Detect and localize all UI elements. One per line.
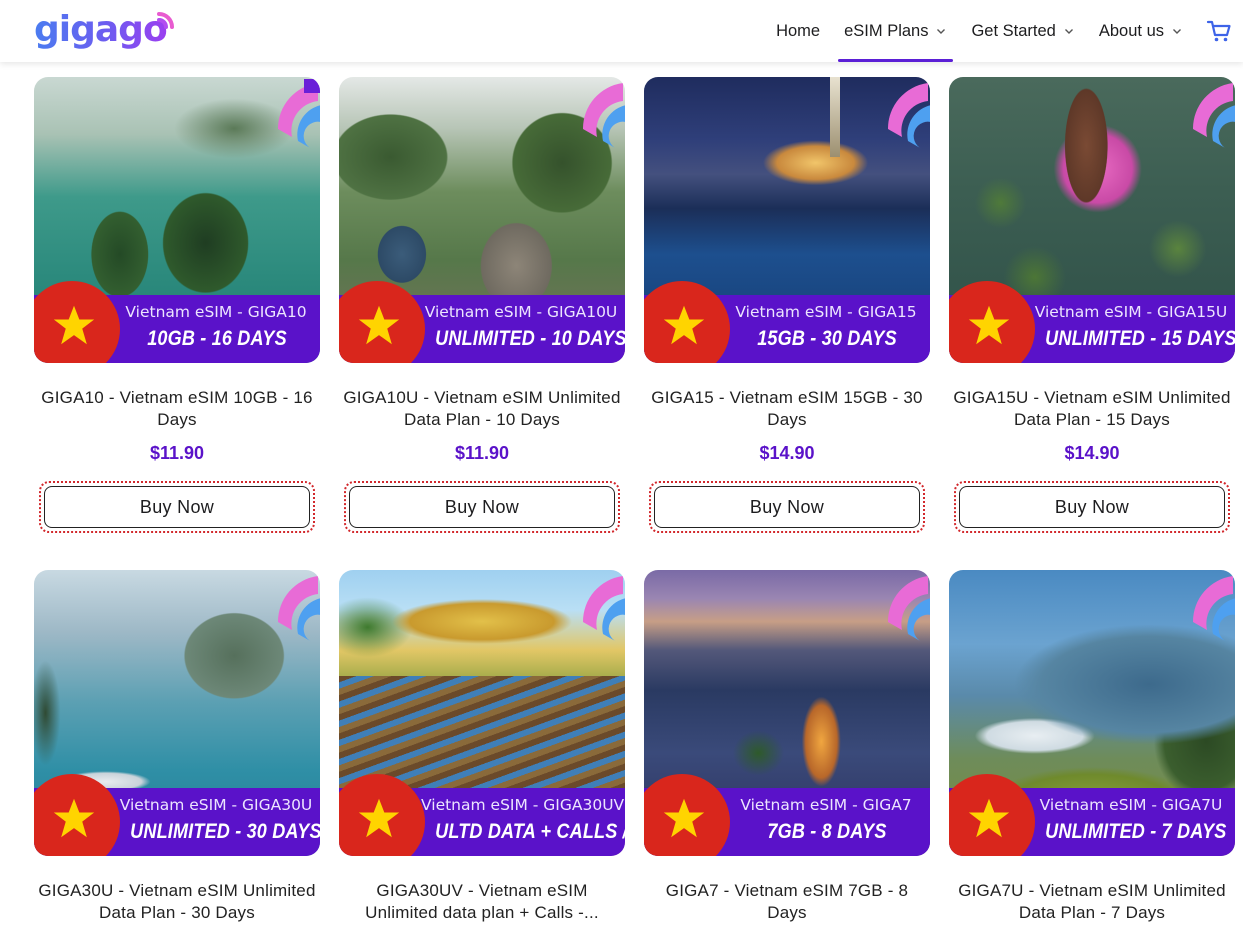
- star-icon: [52, 796, 96, 840]
- star-icon: [967, 796, 1011, 840]
- star-icon: [52, 303, 96, 347]
- product-title[interactable]: GIGA10 - Vietnam eSIM 10GB - 16 Days: [34, 387, 320, 431]
- product-card[interactable]: Vietnam eSIM - GIGA7 7GB - 8 DAYS GIGA7 …: [644, 570, 934, 924]
- product-title[interactable]: GIGA30U - Vietnam eSIM Unlimited Data Pl…: [34, 880, 320, 924]
- buy-now-focus-ring: Buy Now: [954, 481, 1230, 533]
- brand-corner-icon: [887, 576, 930, 642]
- banner-plan-summary: UNLIMITED - 7 DAYS: [1045, 820, 1227, 843]
- nav-about-us-label: About us: [1098, 21, 1164, 40]
- banner-plan-summary: 7GB - 8 DAYS: [767, 820, 887, 843]
- product-image[interactable]: Vietnam eSIM - GIGA15U UNLIMITED - 15 DA…: [949, 77, 1235, 363]
- buy-now-focus-ring: Buy Now: [649, 481, 925, 533]
- banner-plan-summary: ULTD DATA + CALLS / 30D: [435, 820, 625, 843]
- banner-plan-code: Vietnam eSIM - GIGA10U: [424, 303, 618, 321]
- product-card[interactable]: Vietnam eSIM - GIGA7U UNLIMITED - 7 DAYS…: [949, 570, 1239, 924]
- chevron-down-icon: [937, 29, 946, 34]
- product-price: $11.90: [454, 443, 510, 463]
- product-price: $14.90: [759, 443, 815, 463]
- banner-plan-summary: UNLIMITED - 10 DAYS: [435, 327, 625, 350]
- product-image[interactable]: Vietnam eSIM - GIGA10 10GB - 16 DAYS: [34, 77, 320, 363]
- product-price: $14.90: [1064, 443, 1120, 463]
- product-image[interactable]: Vietnam eSIM - GIGA30UV ULTD DATA + CALL…: [339, 570, 625, 856]
- banner-plan-code: Vietnam eSIM - GIGA7: [740, 796, 912, 814]
- nav-home[interactable]: Home: [764, 0, 832, 62]
- banner-plan-code: Vietnam eSIM - GIGA15U: [1034, 303, 1228, 321]
- cart-button[interactable]: [1195, 0, 1243, 62]
- product-image[interactable]: Vietnam eSIM - GIGA10U UNLIMITED - 10 DA…: [339, 77, 625, 363]
- product-title[interactable]: GIGA7U - Vietnam eSIM Unlimited Data Pla…: [949, 880, 1235, 924]
- product-price: $11.90: [149, 443, 205, 463]
- star-icon: [357, 796, 401, 840]
- product-title[interactable]: GIGA15U - Vietnam eSIM Unlimited Data Pl…: [949, 387, 1235, 431]
- product-card[interactable]: Vietnam eSIM - GIGA30UV ULTD DATA + CALL…: [339, 570, 629, 924]
- banner-plan-summary: UNLIMITED - 15 DAYS: [1045, 327, 1235, 350]
- banner-plan-code: Vietnam eSIM - GIGA7U: [1039, 796, 1223, 814]
- main-nav: Home eSIM Plans Get Started About us: [764, 0, 1243, 62]
- banner-plan-summary: 15GB - 30 DAYS: [757, 327, 897, 350]
- star-icon: [357, 303, 401, 347]
- buy-now-button[interactable]: Buy Now: [959, 486, 1225, 528]
- product-image[interactable]: Vietnam eSIM - GIGA15 15GB - 30 DAYS: [644, 77, 930, 363]
- brand-corner-icon: [887, 83, 930, 149]
- nav-home-label: Home: [776, 21, 821, 40]
- banner-plan-code: Vietnam eSIM - GIGA30UV: [421, 796, 625, 814]
- brand-corner-icon: [277, 576, 320, 642]
- cart-icon: [1206, 20, 1231, 42]
- landmark-tower: [830, 77, 840, 157]
- buy-now-button[interactable]: Buy Now: [349, 486, 615, 528]
- buy-now-focus-ring: Buy Now: [344, 481, 620, 533]
- brand-corner-icon: [1192, 83, 1235, 149]
- brand-corner-icon: [277, 79, 320, 149]
- star-icon: [662, 796, 706, 840]
- product-title[interactable]: GIGA10U - Vietnam eSIM Unlimited Data Pl…: [339, 387, 625, 431]
- star-icon: [967, 303, 1011, 347]
- logo-signal-icon: [157, 12, 174, 29]
- chevron-down-icon: [1064, 29, 1073, 34]
- buy-now-button[interactable]: Buy Now: [44, 486, 310, 528]
- star-icon: [662, 303, 706, 347]
- buy-now-focus-ring: Buy Now: [39, 481, 315, 533]
- nav-esim-plans[interactable]: eSIM Plans: [832, 0, 959, 62]
- product-card[interactable]: Vietnam eSIM - GIGA15U UNLIMITED - 15 DA…: [949, 77, 1239, 533]
- product-image[interactable]: Vietnam eSIM - GIGA7 7GB - 8 DAYS: [644, 570, 930, 856]
- nav-about-us[interactable]: About us: [1087, 0, 1195, 62]
- nav-get-started[interactable]: Get Started: [959, 0, 1086, 62]
- product-image[interactable]: Vietnam eSIM - GIGA30U UNLIMITED - 30 DA…: [34, 570, 320, 856]
- chevron-down-icon: [1173, 29, 1181, 34]
- banner-plan-summary: 10GB - 16 DAYS: [147, 327, 287, 350]
- product-image[interactable]: Vietnam eSIM - GIGA7U UNLIMITED - 7 DAYS: [949, 570, 1235, 856]
- product-title[interactable]: GIGA15 - Vietnam eSIM 15GB - 30 Days: [644, 387, 930, 431]
- banner-plan-summary: UNLIMITED - 30 DAYS: [130, 820, 320, 843]
- product-card[interactable]: Vietnam eSIM - GIGA15 15GB - 30 DAYS GIG…: [644, 77, 934, 533]
- product-title[interactable]: GIGA30UV - Vietnam eSIM Unlimited data p…: [339, 880, 625, 924]
- banner-plan-code: Vietnam eSIM - GIGA10: [125, 303, 307, 321]
- brand-corner-icon: [582, 576, 625, 642]
- brand-corner-icon: [1192, 576, 1235, 642]
- banner-plan-code: Vietnam eSIM - GIGA30U: [119, 796, 313, 814]
- product-card[interactable]: Vietnam eSIM - GIGA10 10GB - 16 DAYS GIG…: [34, 77, 324, 533]
- buy-now-button[interactable]: Buy Now: [654, 486, 920, 528]
- product-card[interactable]: Vietnam eSIM - GIGA30U UNLIMITED - 30 DA…: [34, 570, 324, 924]
- site-header: gigago Home eSIM Plans Get Started About…: [0, 0, 1243, 62]
- product-card[interactable]: Vietnam eSIM - GIGA10U UNLIMITED - 10 DA…: [339, 77, 629, 533]
- brand-corner-icon: [582, 83, 625, 149]
- nav-get-started-label: Get Started: [971, 21, 1056, 40]
- nav-esim-plans-label: eSIM Plans: [844, 21, 929, 40]
- banner-plan-code: Vietnam eSIM - GIGA15: [735, 303, 917, 321]
- logo[interactable]: gigago: [34, 8, 174, 52]
- product-title[interactable]: GIGA7 - Vietnam eSIM 7GB - 8 Days: [644, 880, 930, 924]
